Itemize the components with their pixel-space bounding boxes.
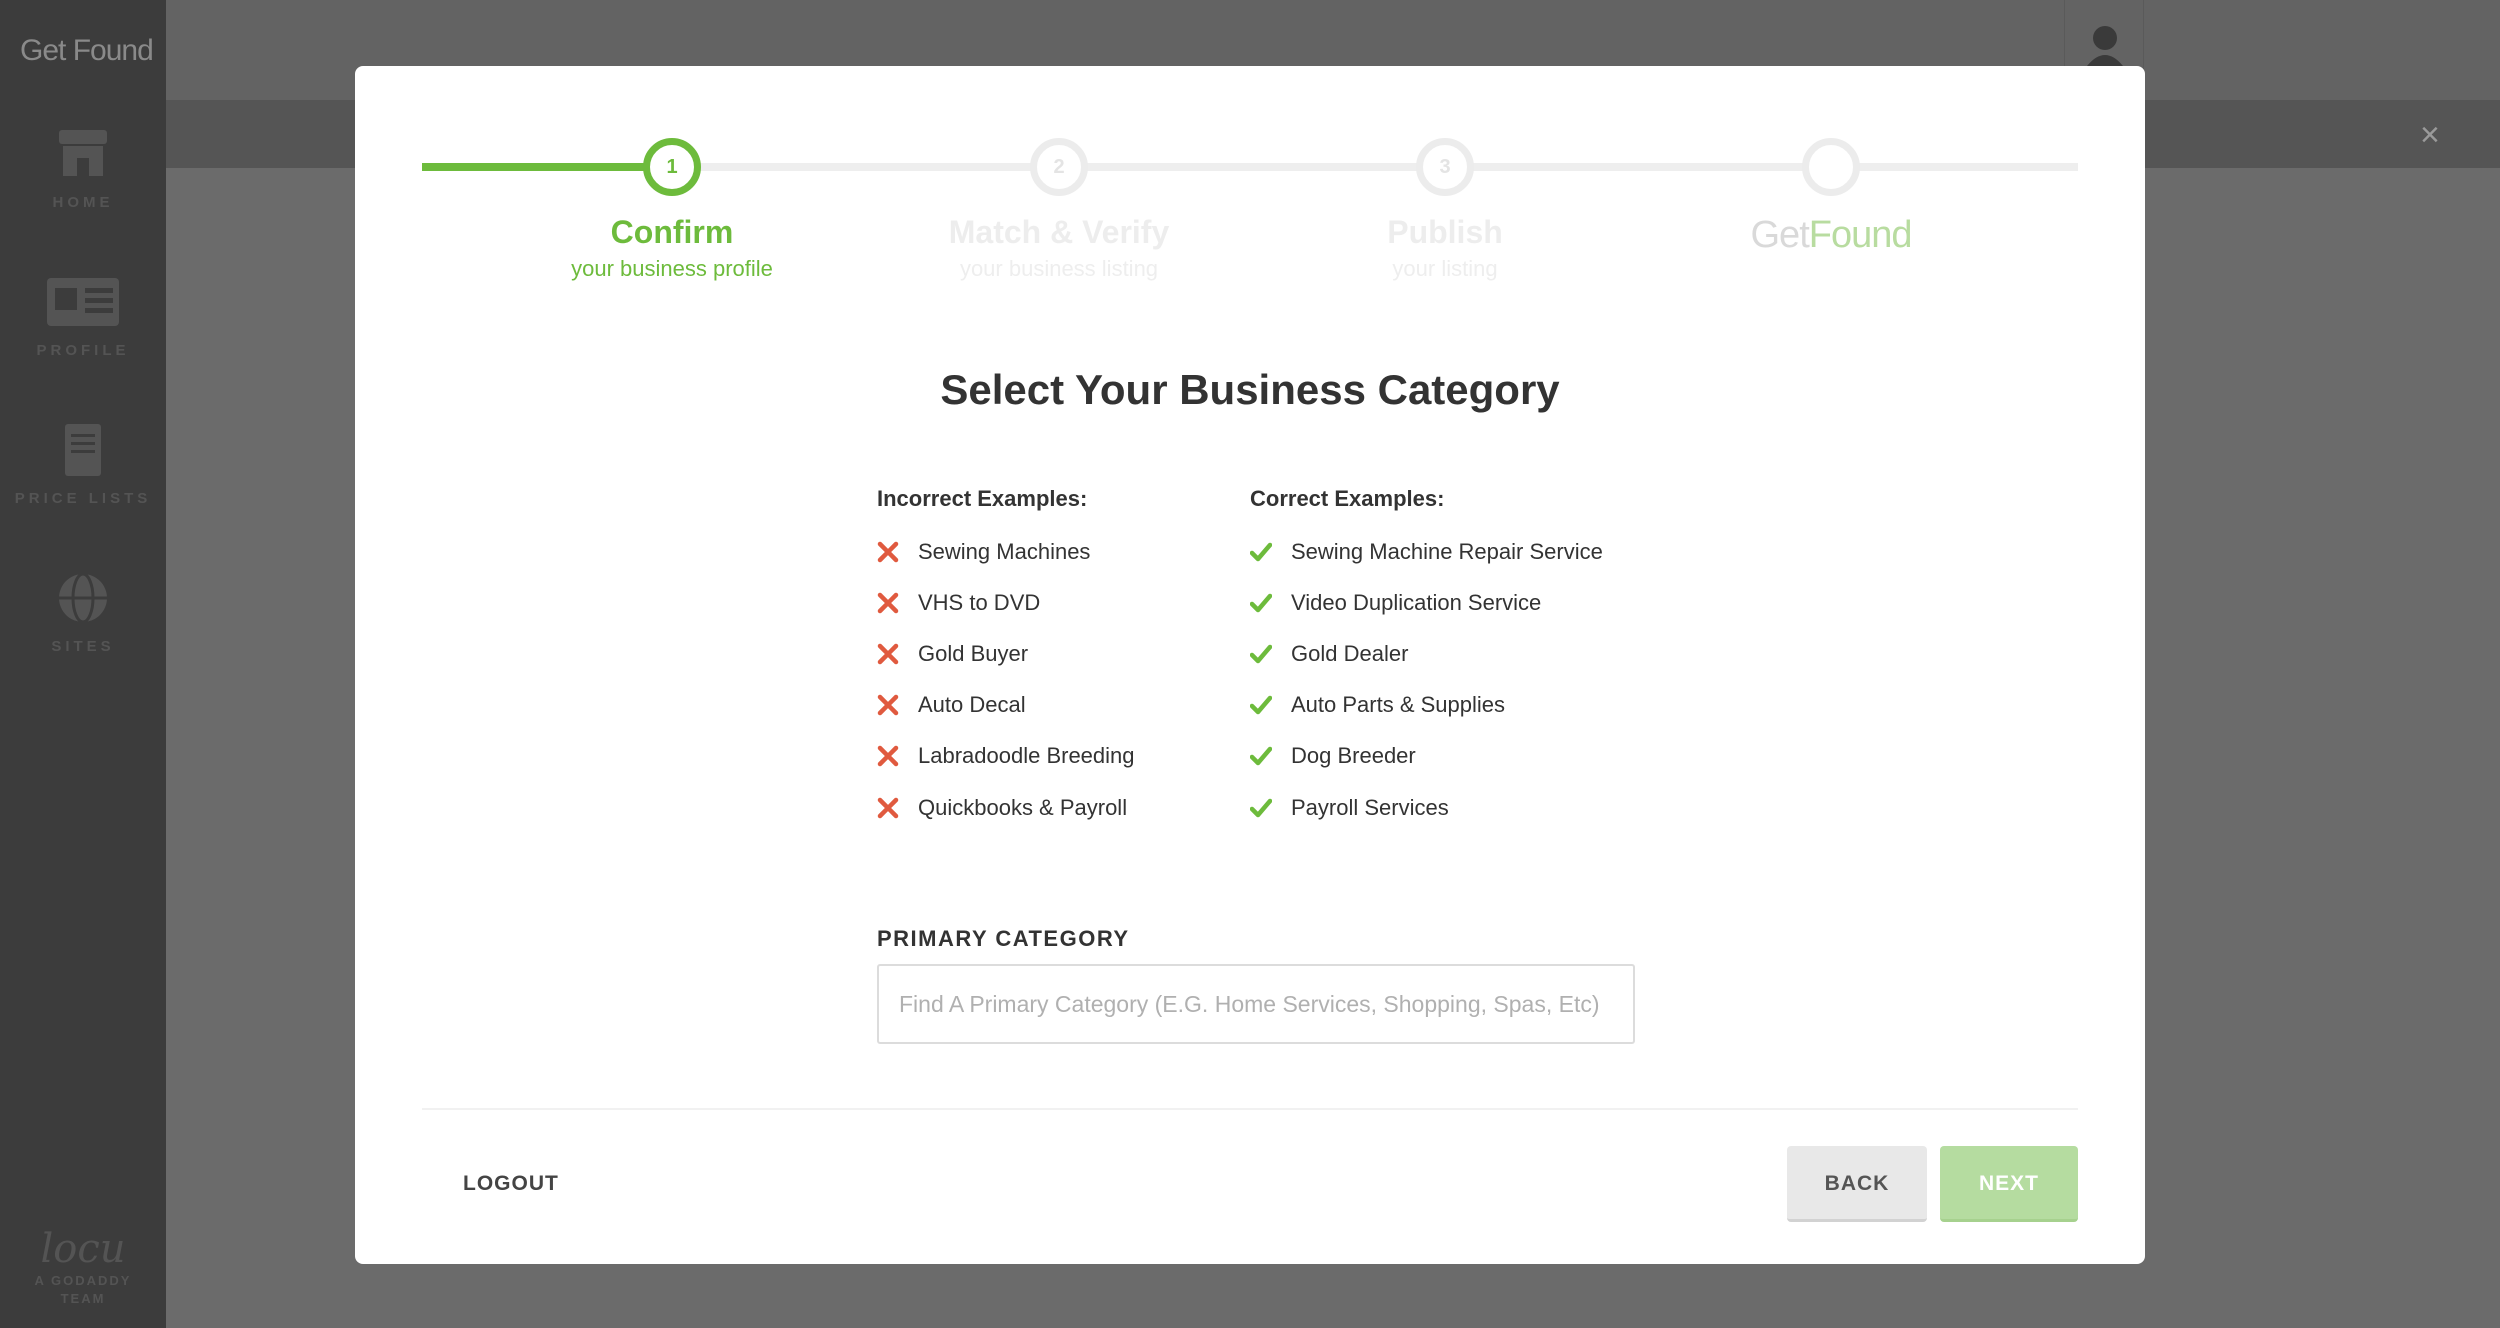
x-mark-icon — [877, 746, 899, 767]
step-1-circle: 1 — [643, 138, 701, 196]
brand-logo: Get Found — [20, 34, 154, 67]
check-icon — [1250, 644, 1272, 664]
incorrect-example-item: Quickbooks & Payroll — [877, 782, 1135, 833]
incorrect-example-item: Gold Buyer — [877, 628, 1135, 679]
step-3-circle: 3 — [1416, 138, 1474, 196]
example-label: Payroll Services — [1291, 794, 1449, 820]
step-4-title: GetFound — [1750, 214, 1913, 256]
progress-fill — [422, 163, 672, 171]
globe-icon — [59, 572, 107, 624]
close-icon[interactable]: × — [2420, 116, 2440, 155]
logout-button[interactable]: LOGOUT — [463, 1172, 559, 1196]
example-label: Sewing Machines — [918, 538, 1091, 564]
sidebar-item-label: PRICE LISTS — [14, 490, 152, 507]
document-icon — [65, 424, 101, 476]
x-mark-icon — [877, 694, 899, 716]
sidebar: Get Found HOME PROFILE PRICE LISTS SITES… — [0, 0, 166, 1328]
correct-examples: Correct Examples: Sewing Machine Repair … — [1250, 486, 1603, 833]
onboarding-modal: 1 Confirm your business profile 2 Match … — [355, 66, 2145, 1264]
step-1-title: Confirm — [610, 214, 734, 250]
back-button[interactable]: BACK — [1787, 1146, 1927, 1222]
next-button[interactable]: NEXT — [1940, 1146, 2078, 1222]
check-icon — [1250, 798, 1272, 817]
sidebar-item-sites[interactable]: SITES — [0, 570, 166, 655]
example-label: Sewing Machine Repair Service — [1291, 538, 1603, 564]
correct-example-item: Video Duplication Service — [1250, 577, 1603, 628]
step-3-subtitle: your listing — [1392, 256, 1498, 281]
step-2-circle: 2 — [1030, 138, 1088, 196]
x-mark-icon — [877, 643, 899, 665]
primary-category-label: PRIMARY CATEGORY — [877, 926, 1130, 951]
check-icon — [1250, 747, 1272, 766]
example-label: Quickbooks & Payroll — [918, 794, 1128, 820]
incorrect-examples-title: Incorrect Examples: — [877, 486, 1088, 511]
check-icon — [1250, 695, 1272, 715]
sidebar-item-profile[interactable]: PROFILE — [0, 274, 166, 359]
storefront-icon — [59, 130, 107, 176]
profile-card-icon — [47, 278, 119, 326]
step-2-subtitle: your business listing — [959, 256, 1159, 281]
example-label: VHS to DVD — [918, 589, 1041, 615]
step-3-title: Publish — [1387, 214, 1503, 250]
sidebar-item-home[interactable]: HOME — [0, 126, 166, 211]
primary-category-input[interactable] — [877, 964, 1635, 1044]
sidebar-item-label: HOME — [52, 194, 114, 211]
incorrect-example-item: Sewing Machines — [877, 526, 1135, 577]
footer-divider — [422, 1108, 2078, 1110]
example-label: Gold Dealer — [1291, 640, 1409, 666]
locu-logo: locu A GODADDY TEAM — [34, 1226, 132, 1306]
sidebar-item-label: SITES — [51, 638, 115, 655]
x-mark-icon — [877, 797, 899, 818]
example-label: Dog Breeder — [1291, 743, 1416, 769]
incorrect-example-item: VHS to DVD — [877, 577, 1135, 628]
incorrect-example-item: Labradoodle Breeding — [877, 731, 1135, 782]
incorrect-examples: Incorrect Examples: Sewing Machines VHS t… — [877, 486, 1135, 833]
sidebar-item-price-lists[interactable]: PRICE LISTS — [0, 422, 166, 507]
example-label: Labradoodle Breeding — [918, 743, 1135, 769]
correct-example-item: Auto Parts & Supplies — [1250, 680, 1603, 731]
correct-examples-title: Correct Examples: — [1250, 486, 1445, 511]
check-icon — [1250, 593, 1272, 613]
check-icon — [1250, 542, 1272, 561]
correct-example-item: Gold Dealer — [1250, 628, 1603, 679]
correct-example-item: Payroll Services — [1250, 782, 1603, 833]
correct-example-item: Sewing Machine Repair Service — [1250, 526, 1603, 577]
page-title: Select Your Business Category — [940, 366, 1560, 413]
incorrect-example-item: Auto Decal — [877, 680, 1135, 731]
example-label: Auto Decal — [918, 692, 1026, 718]
example-label: Auto Parts & Supplies — [1291, 692, 1506, 718]
example-label: Gold Buyer — [918, 640, 1029, 666]
x-mark-icon — [877, 541, 899, 562]
x-mark-icon — [877, 592, 899, 614]
progress-stepper: 1 Confirm your business profile 2 Match … — [422, 66, 2078, 306]
sidebar-item-label: PROFILE — [36, 342, 130, 359]
step-1-subtitle: your business profile — [571, 256, 773, 281]
step-4-circle — [1802, 138, 1860, 196]
example-label: Video Duplication Service — [1291, 589, 1542, 615]
correct-example-item: Dog Breeder — [1250, 731, 1603, 782]
step-2-title: Match & Verify — [948, 214, 1170, 250]
